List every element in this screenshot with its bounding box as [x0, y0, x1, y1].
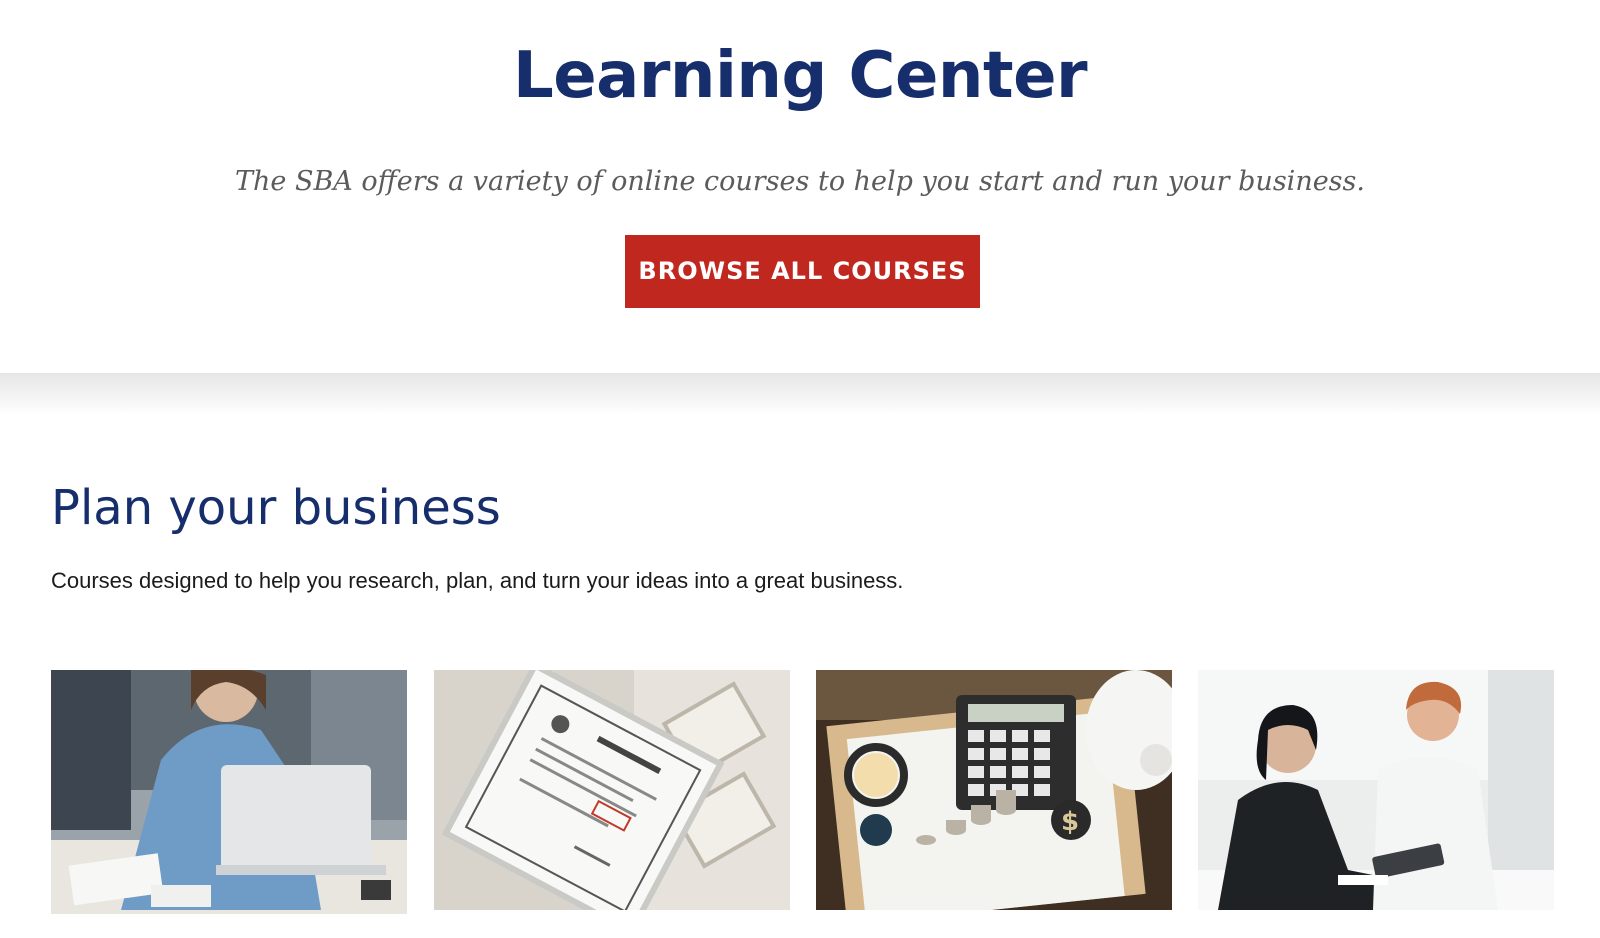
hero-banner: Learning Center The SBA offers a variety…: [0, 0, 1600, 373]
colleagues-tablet-image: [1198, 670, 1554, 910]
course-card-2[interactable]: [434, 670, 790, 910]
svg-text:$: $: [1061, 807, 1079, 837]
plan-business-section: Plan your business Courses designed to h…: [0, 414, 1600, 938]
section-title: Plan your business: [51, 480, 501, 536]
section-divider: [0, 373, 1600, 414]
section-description: Courses designed to help you research, p…: [51, 568, 904, 593]
course-card-1[interactable]: [51, 670, 407, 914]
page-title: Learning Center: [512, 39, 1088, 113]
woman-laptop-image: [51, 670, 407, 914]
page-subtitle: The SBA offers a variety of online cours…: [235, 166, 1365, 197]
browse-all-courses-button[interactable]: BROWSE ALL COURSES: [625, 235, 980, 308]
calculator-coins-image: $: [816, 670, 1172, 910]
course-card-3[interactable]: $: [816, 670, 1172, 910]
course-card-4[interactable]: [1198, 670, 1554, 910]
certificate-image: [434, 670, 790, 910]
